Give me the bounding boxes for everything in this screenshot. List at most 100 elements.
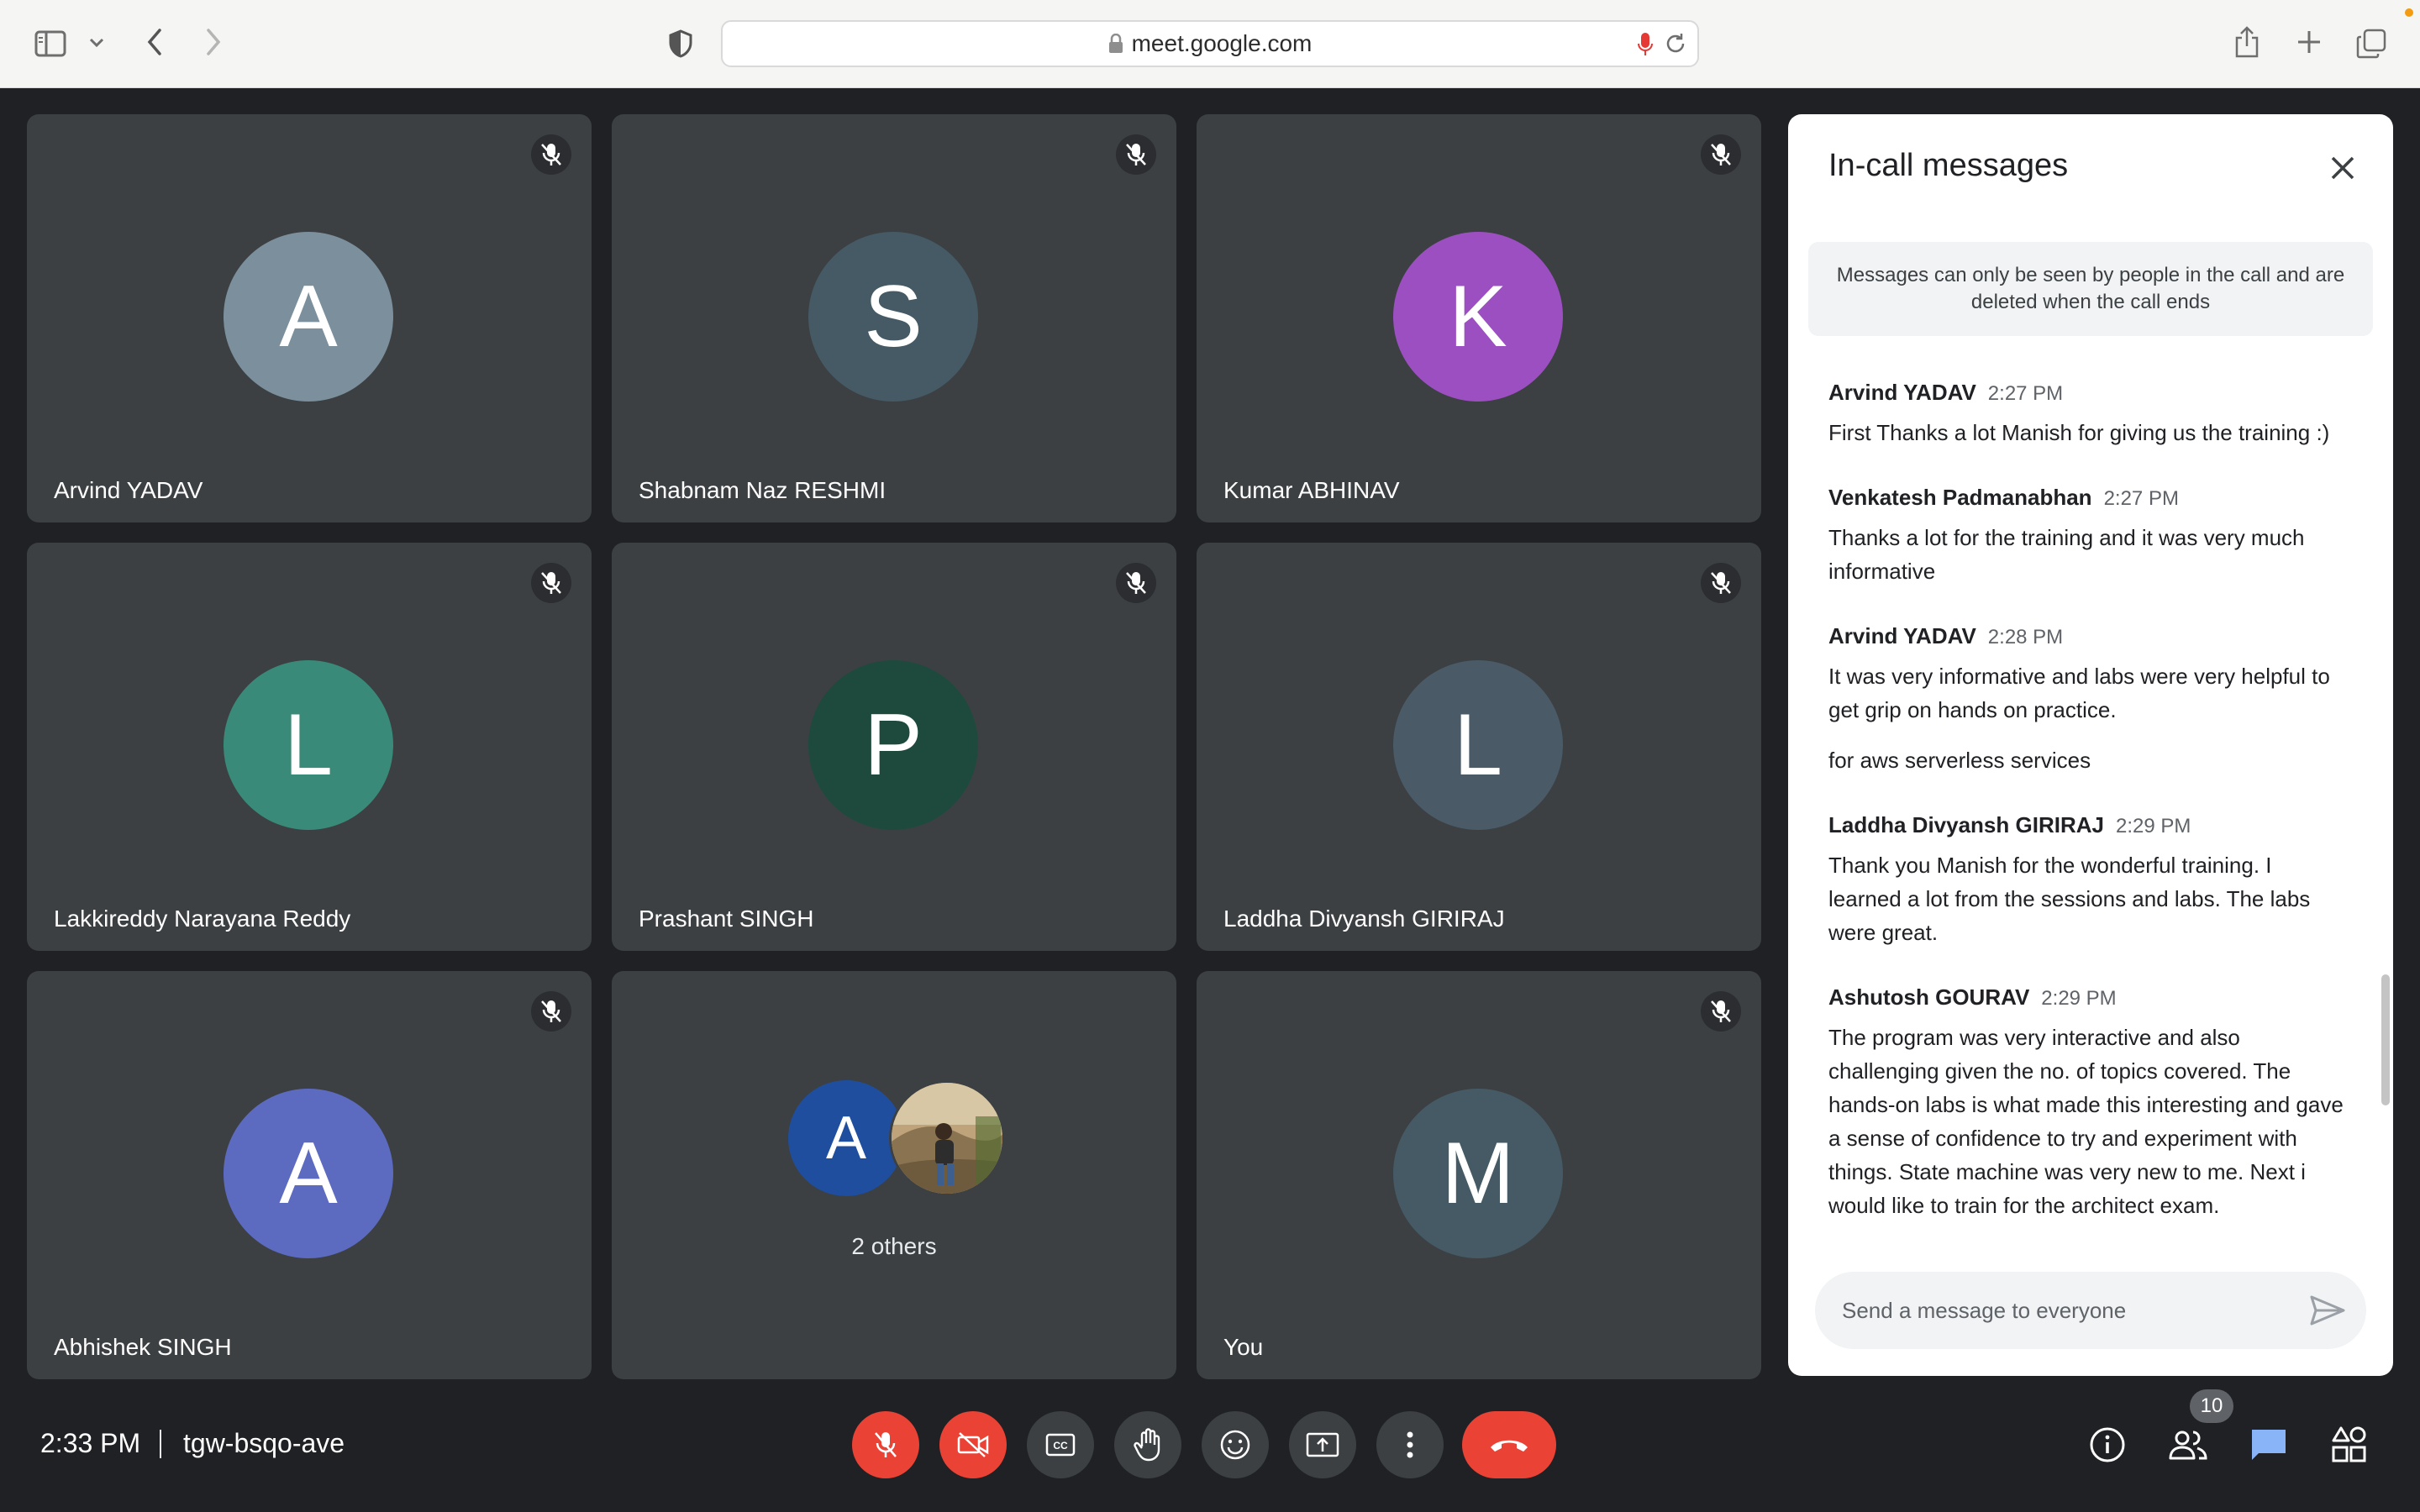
chat-message: Laddha Divyansh GIRIRAJ 2:29 PM Thank you… (1828, 812, 2349, 949)
participant-tile[interactable]: K Kumar ABHINAV (1197, 114, 1761, 522)
message-input[interactable] (1842, 1272, 2296, 1349)
message-time: 2:29 PM (2041, 987, 2117, 1010)
people-count-badge: 10 (2190, 1389, 2233, 1423)
muted-mic-icon (531, 134, 571, 175)
message-text: Thank you Manish for the wonderful train… (1828, 853, 2311, 945)
participant-tile[interactable]: P Prashant SINGH (612, 543, 1176, 951)
captions-icon: CC (1045, 1433, 1076, 1457)
send-button[interactable] (2306, 1289, 2349, 1332)
avatar: A (224, 232, 393, 402)
info-icon (2090, 1427, 2125, 1462)
share-icon[interactable] (2230, 24, 2264, 60)
message-time: 2:27 PM (2103, 487, 2179, 510)
participant-name: Laddha Divyansh GIRIRAJ (1223, 906, 1505, 932)
raise-hand-button[interactable] (1114, 1411, 1181, 1478)
chat-panel: In-call messages Messages can only be se… (1788, 114, 2393, 1376)
scrollbar[interactable] (2381, 974, 2390, 1105)
emoji-icon (1220, 1430, 1250, 1460)
leave-call-button[interactable] (1462, 1411, 1556, 1478)
avatar: L (224, 660, 393, 830)
self-tile[interactable]: M You (1197, 971, 1761, 1379)
reload-icon[interactable] (1664, 32, 1687, 55)
more-options-button[interactable] (1376, 1411, 1444, 1478)
camera-off-icon (957, 1432, 989, 1457)
chat-message: Venkatesh Padmanabhan 2:27 PM Thanks a lo… (1828, 485, 2349, 588)
url-text: meet.google.com (1131, 30, 1313, 56)
participant-name: You (1223, 1334, 1264, 1360)
muted-mic-icon (531, 991, 571, 1032)
participant-name: Kumar ABHINAV (1223, 477, 1400, 503)
meeting-code: tgw-bsqo-ave (183, 1428, 345, 1458)
avatar: K (1393, 232, 1563, 402)
notification-dot (2405, 8, 2413, 17)
message-sender: Arvind YADAV (1828, 380, 1976, 405)
send-icon (2310, 1295, 2345, 1326)
people-icon (2169, 1431, 2207, 1460)
muted-mic-icon (1701, 563, 1741, 603)
muted-mic-icon (1701, 134, 1741, 175)
close-icon (2331, 156, 2354, 180)
svg-text:CC: CC (1053, 1440, 1068, 1452)
address-bar[interactable]: meet.google.com (721, 20, 1699, 67)
muted-mic-icon (1701, 991, 1741, 1032)
chat-button[interactable] (2244, 1420, 2294, 1470)
avatar: A (224, 1089, 393, 1258)
present-icon (1306, 1432, 1339, 1457)
meeting-info-button[interactable] (2082, 1420, 2133, 1470)
hang-up-icon (1491, 1440, 1528, 1452)
forward-icon[interactable] (197, 25, 230, 59)
muted-mic-icon (1116, 134, 1156, 175)
camera-toggle-button[interactable] (939, 1411, 1007, 1478)
participant-name: Abhishek SINGH (54, 1334, 232, 1360)
profile-photo (889, 1080, 1005, 1196)
avatar: S (808, 232, 978, 402)
participant-tile[interactable]: S Shabnam Naz RESHMI (612, 114, 1176, 522)
activities-button[interactable] (2324, 1420, 2375, 1470)
message-time: 2:29 PM (2115, 815, 2191, 837)
chat-icon (2252, 1430, 2286, 1460)
muted-mic-icon (531, 563, 571, 603)
message-input-container (1815, 1272, 2366, 1349)
message-time: 2:28 PM (1987, 626, 2064, 648)
participant-tile[interactable]: A Arvind YADAV (27, 114, 592, 522)
browser-toolbar: meet.google.com (0, 0, 2420, 88)
hand-icon (1134, 1428, 1160, 1462)
privacy-shield-icon[interactable] (664, 27, 697, 60)
lock-icon (1108, 34, 1123, 53)
chevron-down-icon[interactable] (84, 30, 109, 55)
new-tab-icon[interactable] (2292, 25, 2326, 59)
message-list: Arvind YADAV 2:27 PM First Thanks a lot M… (1828, 380, 2349, 1361)
reactions-button[interactable] (1202, 1411, 1269, 1478)
chat-message: Arvind YADAV 2:28 PM It was very informat… (1828, 623, 2349, 777)
mic-off-icon (875, 1432, 897, 1457)
avatar: L (1393, 660, 1563, 830)
avatar: P (808, 660, 978, 830)
participant-tile[interactable]: L Lakkireddy Narayana Reddy (27, 543, 592, 951)
microphone-icon[interactable] (1637, 32, 1654, 57)
message-text: for aws serverless services (1828, 748, 2091, 773)
close-panel-button[interactable] (2319, 144, 2366, 192)
chat-notice: Messages can only be seen by people in t… (1808, 242, 2373, 336)
tab-overview-icon[interactable] (2353, 25, 2390, 62)
message-text: Thanks a lot for the training and it was… (1828, 525, 2305, 584)
message-text: First Thanks a lot Manish for giving us … (1828, 420, 2330, 445)
others-avatars: A (788, 1080, 1007, 1198)
avatar: A (788, 1080, 904, 1196)
present-screen-button[interactable] (1289, 1411, 1356, 1478)
message-text: It was very informative and labs were ve… (1828, 664, 2330, 722)
people-button[interactable] (2163, 1420, 2213, 1470)
more-vert-icon (1407, 1431, 1413, 1458)
participant-tile[interactable]: A Abhishek SINGH (27, 971, 592, 1379)
sidebar-toggle-icon[interactable] (34, 27, 67, 60)
message-sender: Venkatesh Padmanabhan (1828, 485, 2092, 510)
chat-message: Ashutosh GOURAV 2:29 PM The program was v… (1828, 984, 2349, 1222)
meeting-clock: 2:33 PM (40, 1428, 141, 1458)
microphone-toggle-button[interactable] (852, 1411, 919, 1478)
back-icon[interactable] (138, 25, 171, 59)
others-tile[interactable]: A 2 others (612, 971, 1176, 1379)
participant-tile[interactable]: L Laddha Divyansh GIRIRAJ (1197, 543, 1761, 951)
participant-name: Arvind YADAV (54, 477, 203, 503)
participant-name: Shabnam Naz RESHMI (639, 477, 886, 503)
captions-button[interactable]: CC (1027, 1411, 1094, 1478)
others-count-label: 2 others (851, 1233, 937, 1259)
